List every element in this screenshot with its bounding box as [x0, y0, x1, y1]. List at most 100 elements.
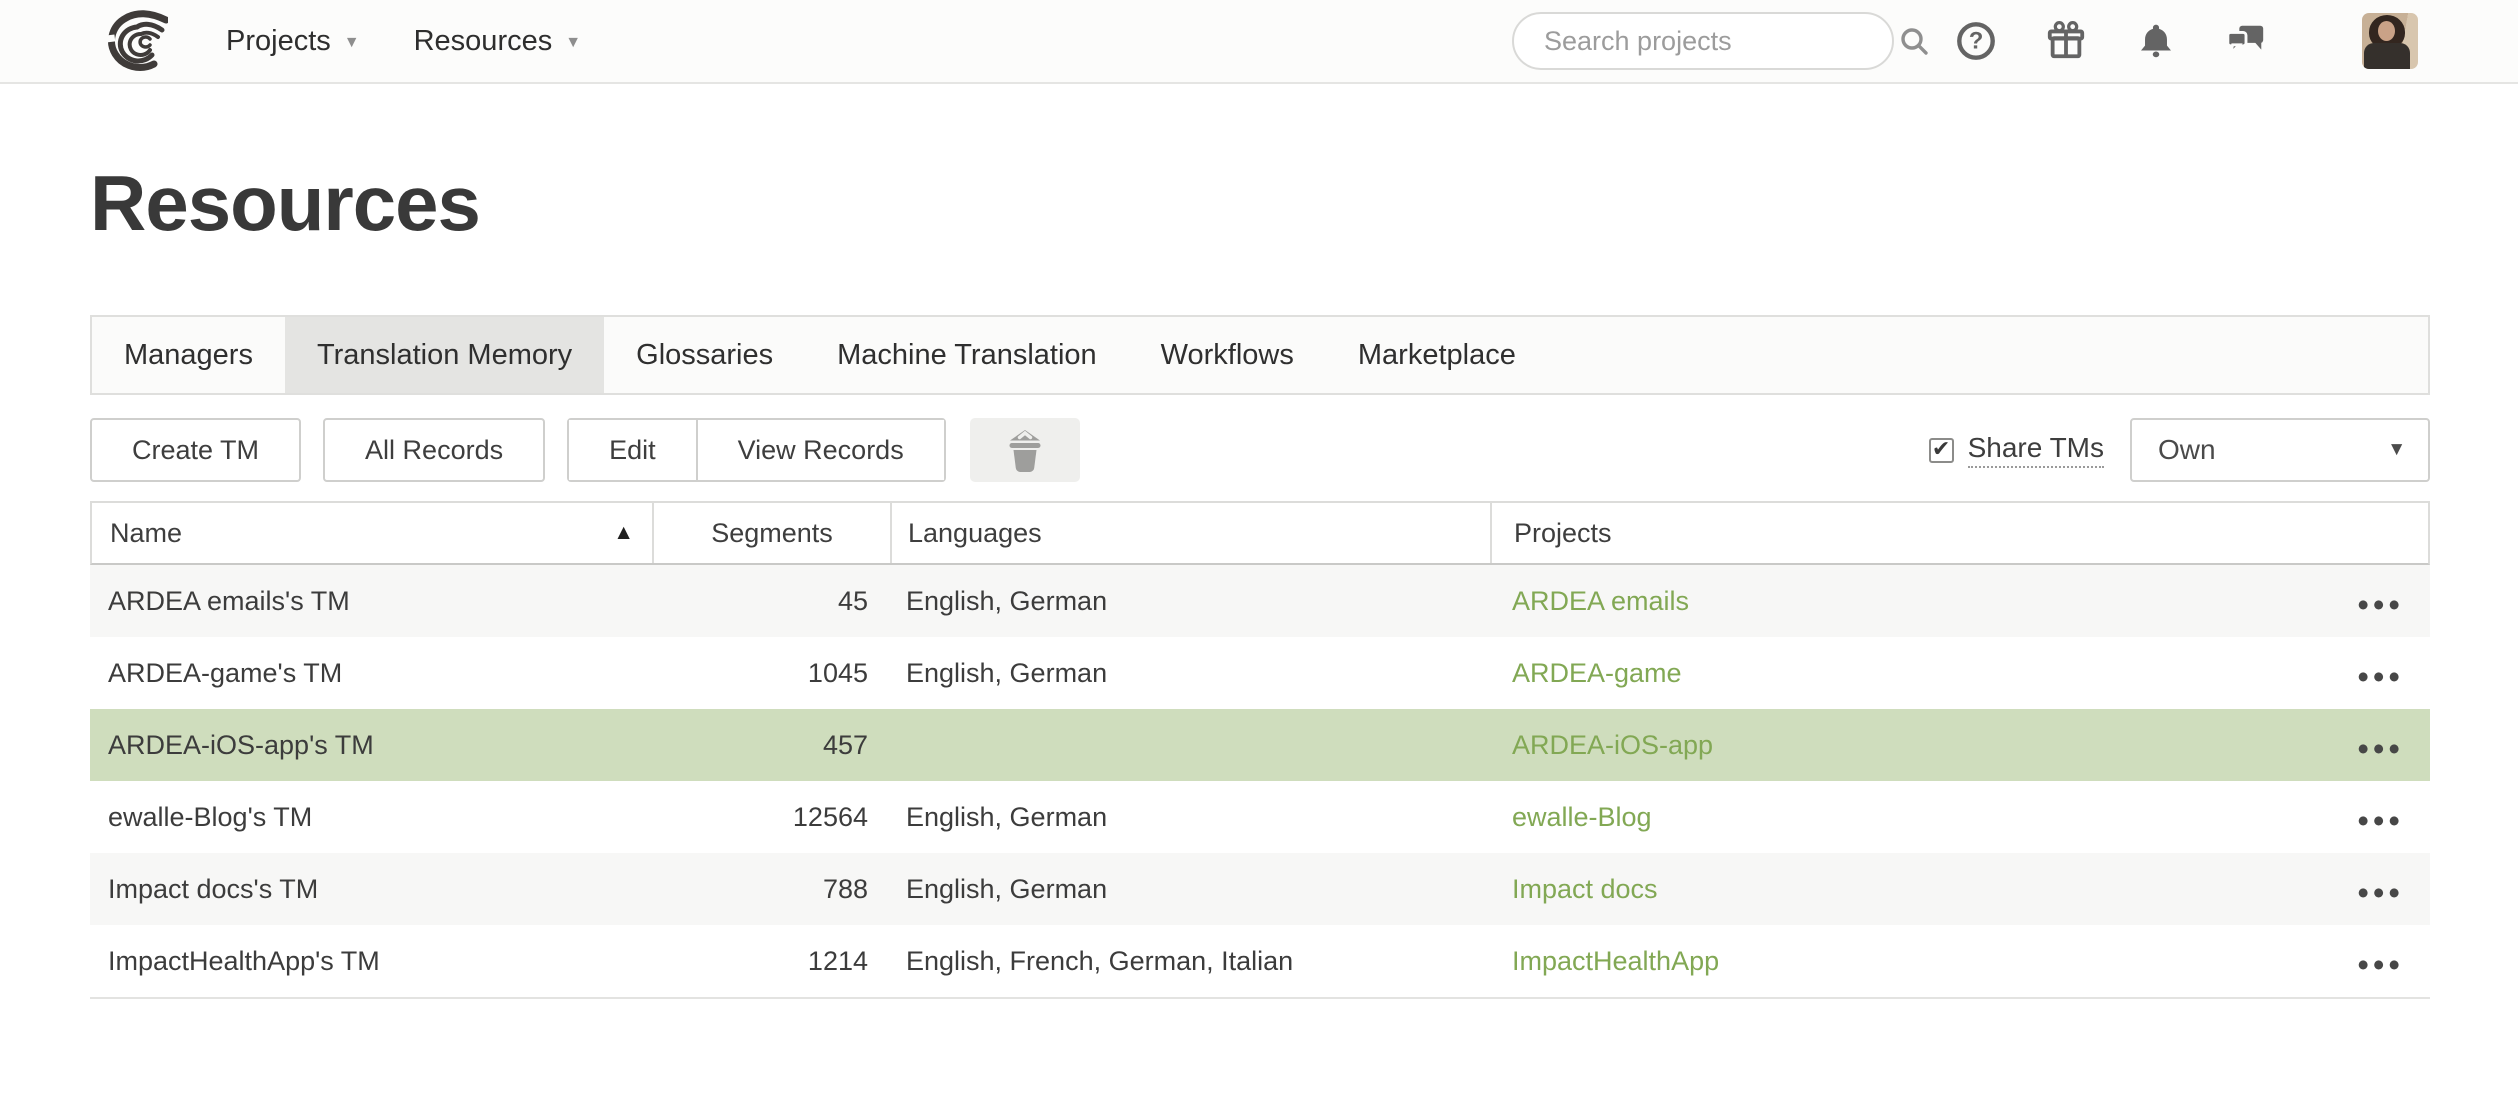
row-menu-dots-icon[interactable]: •••	[2357, 726, 2404, 765]
table-row[interactable]: ImpactHealthApp's TM 1214 English, Frenc…	[90, 925, 2430, 997]
gift-icon[interactable]	[2044, 19, 2088, 63]
languages-list: English, French, German, Italian	[906, 946, 1293, 977]
segments-cell: 1045	[652, 637, 890, 709]
column-header-projects-label: Projects	[1514, 518, 1612, 549]
trash-icon	[1005, 427, 1045, 473]
create-tm-button[interactable]: Create TM	[90, 418, 301, 482]
tm-name: ImpactHealthApp's TM	[108, 946, 380, 977]
segments-count: 45	[838, 586, 868, 617]
languages-cell: English, German	[890, 853, 1490, 925]
row-menu-dots-icon[interactable]: •••	[2357, 654, 2404, 693]
scope-select-value: Own	[2158, 434, 2387, 466]
languages-list: English, German	[906, 802, 1107, 833]
sort-asc-icon: ▲	[613, 521, 652, 545]
notifications-bell-icon[interactable]	[2134, 19, 2178, 63]
topbar: Projects ▼ Resources ▼ ?	[0, 0, 2518, 84]
resource-tabs: Managers Translation Memory Glossaries M…	[90, 315, 2430, 395]
tab[interactable]: Marketplace	[1326, 317, 1548, 393]
projects-cell: ARDEA emails •••	[1490, 565, 2430, 637]
project-link[interactable]: ARDEA-game	[1512, 658, 1682, 689]
chevron-down-icon: ▼	[344, 30, 360, 52]
avatar[interactable]	[2362, 13, 2418, 69]
column-header-name[interactable]: Name ▲	[92, 503, 652, 563]
svg-text:?: ?	[1969, 28, 1984, 55]
column-header-languages[interactable]: Languages	[890, 503, 1490, 563]
column-header-segments-label: Segments	[711, 518, 833, 549]
tm-name-cell: ImpactHealthApp's TM	[90, 925, 652, 997]
row-menu-dots-icon[interactable]: •••	[2357, 798, 2404, 837]
tm-name-cell: ARDEA emails's TM	[90, 565, 652, 637]
tm-name-cell: ewalle-Blog's TM	[90, 781, 652, 853]
segments-cell: 12564	[652, 781, 890, 853]
tm-name: ARDEA-game's TM	[108, 658, 342, 689]
tab-label: Marketplace	[1358, 339, 1516, 372]
tm-name: Impact docs's TM	[108, 874, 318, 905]
languages-cell	[890, 709, 1490, 781]
table-row[interactable]: ARDEA-game's TM 1045 English, German ARD…	[90, 637, 2430, 709]
project-link[interactable]: ARDEA-iOS-app	[1512, 730, 1713, 761]
chevron-down-icon: ▼	[2387, 439, 2406, 461]
project-link[interactable]: Impact docs	[1512, 874, 1658, 905]
project-link[interactable]: ewalle-Blog	[1512, 802, 1652, 833]
projects-cell: ImpactHealthApp •••	[1490, 925, 2430, 997]
languages-cell: English, German	[890, 781, 1490, 853]
tab-label: Glossaries	[636, 339, 773, 372]
table-row[interactable]: ARDEA-iOS-app's TM 457 ARDEA-iOS-app •••	[90, 709, 2430, 781]
languages-cell: English, French, German, Italian	[890, 925, 1490, 997]
nav-projects-label: Projects	[226, 25, 331, 58]
row-menu-dots-icon[interactable]: •••	[2357, 942, 2404, 981]
tab-label: Translation Memory	[317, 339, 572, 372]
app-logo-icon[interactable]	[92, 10, 168, 72]
edit-view-group: Edit View Records	[567, 418, 946, 482]
share-tms-label[interactable]: Share TMs	[1968, 432, 2104, 468]
column-header-segments[interactable]: Segments	[652, 503, 890, 563]
tm-name-cell: ARDEA-game's TM	[90, 637, 652, 709]
tm-name: ARDEA-iOS-app's TM	[108, 730, 374, 761]
tab-label: Managers	[124, 339, 253, 372]
search-icon[interactable]	[1898, 25, 1930, 57]
row-menu-dots-icon[interactable]: •••	[2357, 582, 2404, 621]
page: Projects ▼ Resources ▼ ?	[0, 0, 2518, 1105]
project-link[interactable]: ImpactHealthApp	[1512, 946, 1719, 977]
tm-name: ewalle-Blog's TM	[108, 802, 312, 833]
messages-icon[interactable]	[2224, 19, 2268, 63]
segments-count: 788	[823, 874, 868, 905]
table-row[interactable]: ARDEA emails's TM 45 English, German ARD…	[90, 565, 2430, 637]
nav-projects[interactable]: Projects ▼	[226, 25, 360, 58]
search-box	[1512, 12, 1894, 70]
table-row[interactable]: Impact docs's TM 788 English, German Imp…	[90, 853, 2430, 925]
languages-list: English, German	[906, 658, 1107, 689]
segments-count: 1214	[808, 946, 868, 977]
segments-cell: 1214	[652, 925, 890, 997]
tab[interactable]: Machine Translation	[805, 317, 1129, 393]
column-header-projects[interactable]: Projects	[1490, 503, 2428, 563]
chevron-down-icon: ▼	[565, 30, 581, 52]
search-input[interactable]	[1544, 26, 1898, 57]
projects-cell: ewalle-Blog •••	[1490, 781, 2430, 853]
table-body: ARDEA emails's TM 45 English, German ARD…	[90, 565, 2430, 999]
help-icon[interactable]: ?	[1954, 19, 1998, 63]
share-tms-checkbox[interactable]: ✔	[1929, 438, 1954, 463]
checkmark-icon: ✔	[1932, 438, 1950, 460]
tab[interactable]: Managers	[92, 317, 285, 393]
tab[interactable]: Translation Memory	[285, 317, 604, 393]
tm-name-cell: ARDEA-iOS-app's TM	[90, 709, 652, 781]
column-header-name-label: Name	[110, 518, 182, 549]
column-header-languages-label: Languages	[908, 518, 1042, 549]
nav-resources[interactable]: Resources ▼	[414, 25, 581, 58]
project-link[interactable]: ARDEA emails	[1512, 586, 1689, 617]
delete-tm-button[interactable]	[970, 418, 1080, 482]
view-records-button[interactable]: View Records	[696, 420, 944, 480]
nav-resources-label: Resources	[414, 25, 553, 58]
segments-count: 457	[823, 730, 868, 761]
tm-table: Name ▲ Segments Languages Projects ARDEA…	[90, 501, 2430, 999]
edit-button[interactable]: Edit	[569, 420, 696, 480]
scope-select[interactable]: Own ▼	[2130, 418, 2430, 482]
table-row[interactable]: ewalle-Blog's TM 12564 English, German e…	[90, 781, 2430, 853]
tab[interactable]: Workflows	[1129, 317, 1326, 393]
row-menu-dots-icon[interactable]: •••	[2357, 870, 2404, 909]
tab[interactable]: Glossaries	[604, 317, 805, 393]
segments-count: 1045	[808, 658, 868, 689]
table-header: Name ▲ Segments Languages Projects	[90, 501, 2430, 565]
all-records-button[interactable]: All Records	[323, 418, 545, 482]
